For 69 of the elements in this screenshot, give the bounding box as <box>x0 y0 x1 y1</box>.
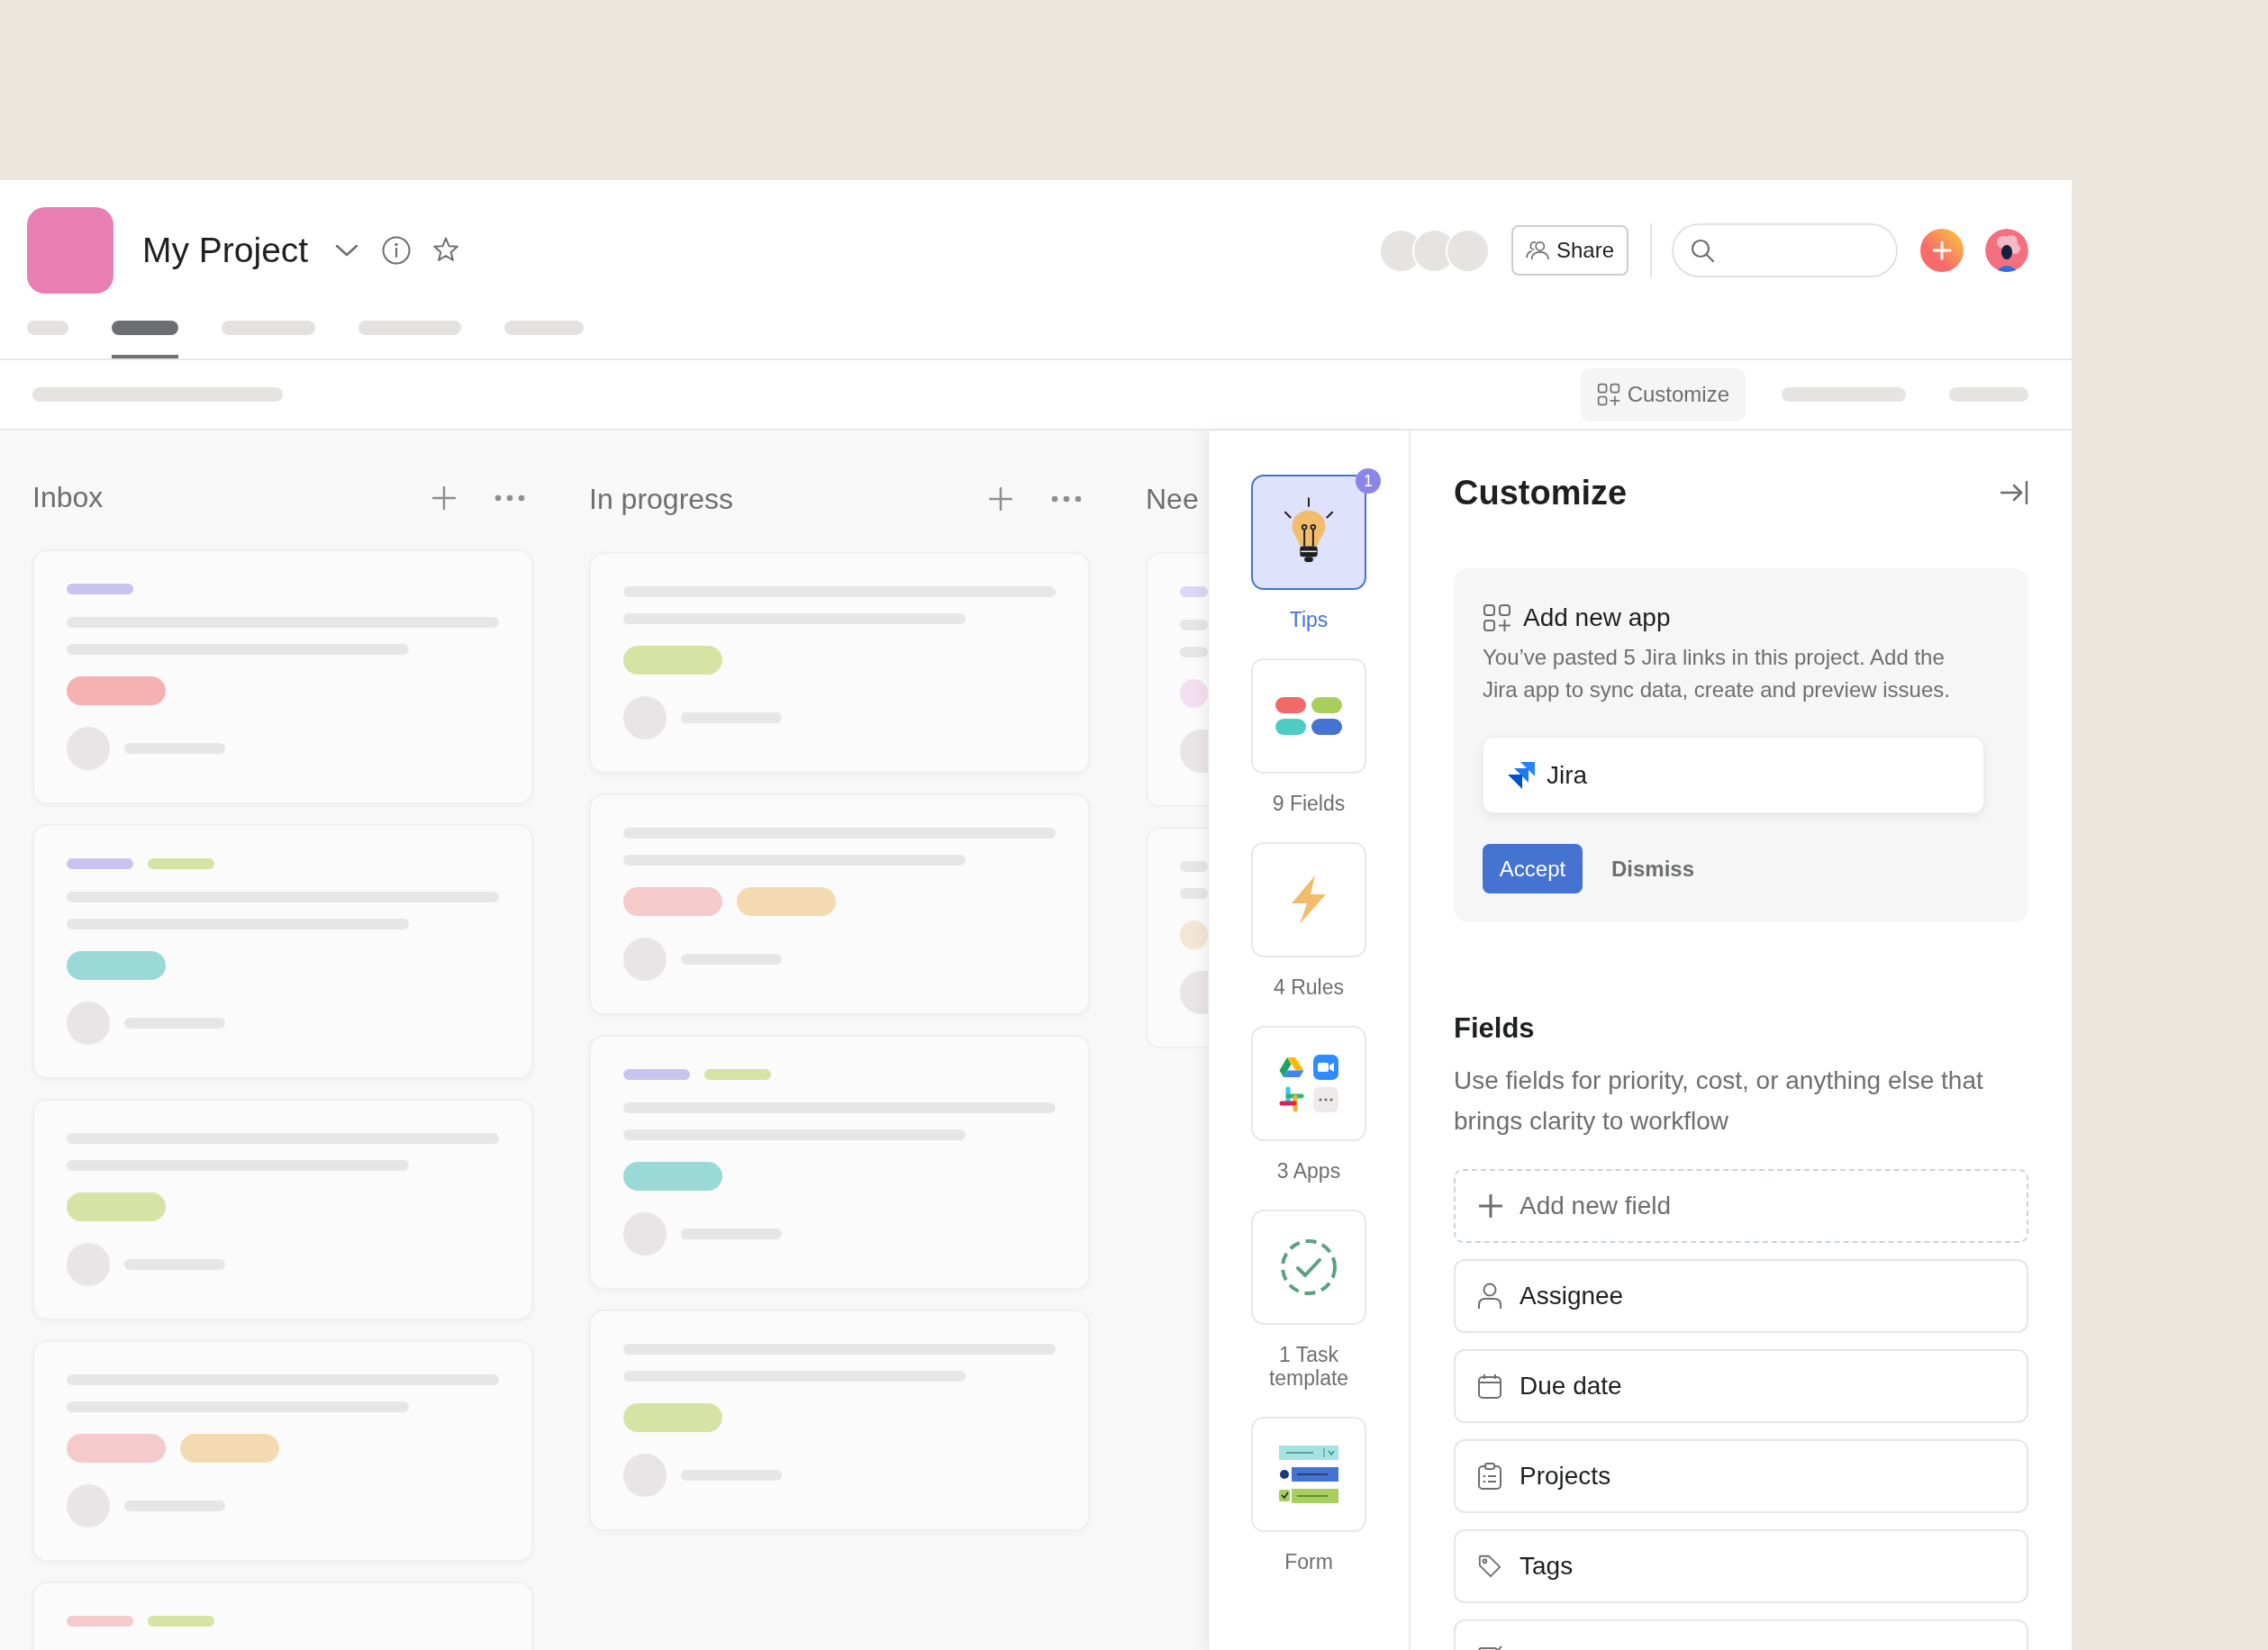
accept-button[interactable]: Accept <box>1483 844 1583 893</box>
field-option[interactable]: Assignee <box>1454 1259 2028 1333</box>
field-label: Projects <box>1520 1462 1611 1491</box>
dashed-check-circle-icon <box>1280 1238 1338 1296</box>
column-title: Nee <box>1146 482 1199 516</box>
field-label: Assignee <box>1520 1282 1624 1310</box>
apps-grid-icon <box>1279 1055 1338 1112</box>
grid-plus-icon <box>1483 603 1511 632</box>
person-icon <box>1477 1283 1502 1310</box>
field-option[interactable]: Projects <box>1454 1439 2028 1513</box>
avatar-icon[interactable] <box>1985 229 2028 272</box>
count-badge: 1 <box>1356 468 1381 494</box>
dismiss-button[interactable]: Dismiss <box>1601 848 1706 889</box>
column-title: Inbox <box>32 481 104 514</box>
app-option[interactable]: Jira <box>1483 737 1984 813</box>
section-description: Use fields for priority, cost, or anything else that brings clarity to workflow <box>1454 1065 1984 1137</box>
rail-label: 9 Fields <box>1271 792 1347 815</box>
panel-title: Customize <box>1454 473 1628 512</box>
form-icon <box>1279 1446 1338 1503</box>
column-title: In progress <box>589 482 734 516</box>
app-name: Jira <box>1547 760 1588 790</box>
people-icon <box>1525 240 1549 260</box>
project-icon <box>27 207 113 294</box>
tag-icon <box>1477 1554 1502 1579</box>
task-card[interactable] <box>32 824 533 1079</box>
suggestion-text: You’ve pasted 5 Jira links in this project. Add the Jira app to sync data, create and preview issues. <box>1483 644 1951 703</box>
search-icon <box>1690 238 1715 263</box>
plus-icon[interactable] <box>989 487 1012 511</box>
task-card[interactable] <box>589 793 1090 1015</box>
share-button[interactable]: Share <box>1511 225 1628 276</box>
rail-label: 1 Task template <box>1267 1343 1350 1390</box>
field-option[interactable]: Due date <box>1454 1349 2028 1423</box>
task-card[interactable] <box>589 1035 1090 1290</box>
add-field-button[interactable]: Add new field <box>1454 1169 2028 1243</box>
rail-label: 4 Rules <box>1273 975 1345 999</box>
plus-icon[interactable] <box>432 485 456 510</box>
task-card[interactable] <box>589 1310 1090 1531</box>
rail-label: Form <box>1284 1550 1334 1573</box>
field-option[interactable]: Tags <box>1454 1529 2028 1603</box>
more-icon[interactable] <box>1051 495 1082 503</box>
tab[interactable] <box>112 321 178 358</box>
rail-tile[interactable] <box>1251 475 1366 590</box>
section-title: Fields <box>1454 1012 1536 1045</box>
grid-plus-icon <box>1596 383 1620 406</box>
clipboard-list-icon <box>1477 1463 1502 1490</box>
project-title: My Project <box>142 231 309 270</box>
info-icon[interactable] <box>382 236 412 265</box>
search-field[interactable] <box>1672 223 1898 277</box>
task-card[interactable] <box>32 1340 533 1562</box>
task-card[interactable] <box>589 552 1090 774</box>
star-icon[interactable] <box>432 237 460 264</box>
more-icon[interactable] <box>494 494 525 502</box>
rail-label: Tips <box>1288 608 1329 631</box>
plus-icon <box>1479 1194 1502 1218</box>
task-card[interactable] <box>32 549 533 804</box>
task-card[interactable] <box>1146 552 1208 807</box>
task-card[interactable] <box>32 1099 533 1320</box>
customize-button[interactable]: Customize <box>1580 367 1746 422</box>
app-logo-icon <box>1507 760 1536 790</box>
plus-icon[interactable] <box>1920 229 1964 272</box>
rail-label: 3 Apps <box>1275 1159 1342 1183</box>
collapse-panel-icon[interactable] <box>2000 481 2028 504</box>
color-pills-icon <box>1275 697 1342 735</box>
field-label: Tags <box>1520 1552 1574 1581</box>
suggestion-title: Add new app <box>1523 603 1671 632</box>
task-card[interactable] <box>1146 827 1208 1048</box>
calendar-icon <box>1477 1373 1502 1400</box>
field-label: Due date <box>1520 1372 1622 1401</box>
chevron-down-icon[interactable] <box>335 244 359 257</box>
